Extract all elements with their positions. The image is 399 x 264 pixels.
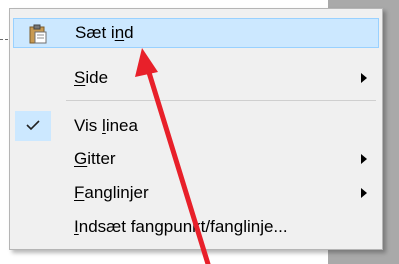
annotation-arrow [135,48,211,264]
